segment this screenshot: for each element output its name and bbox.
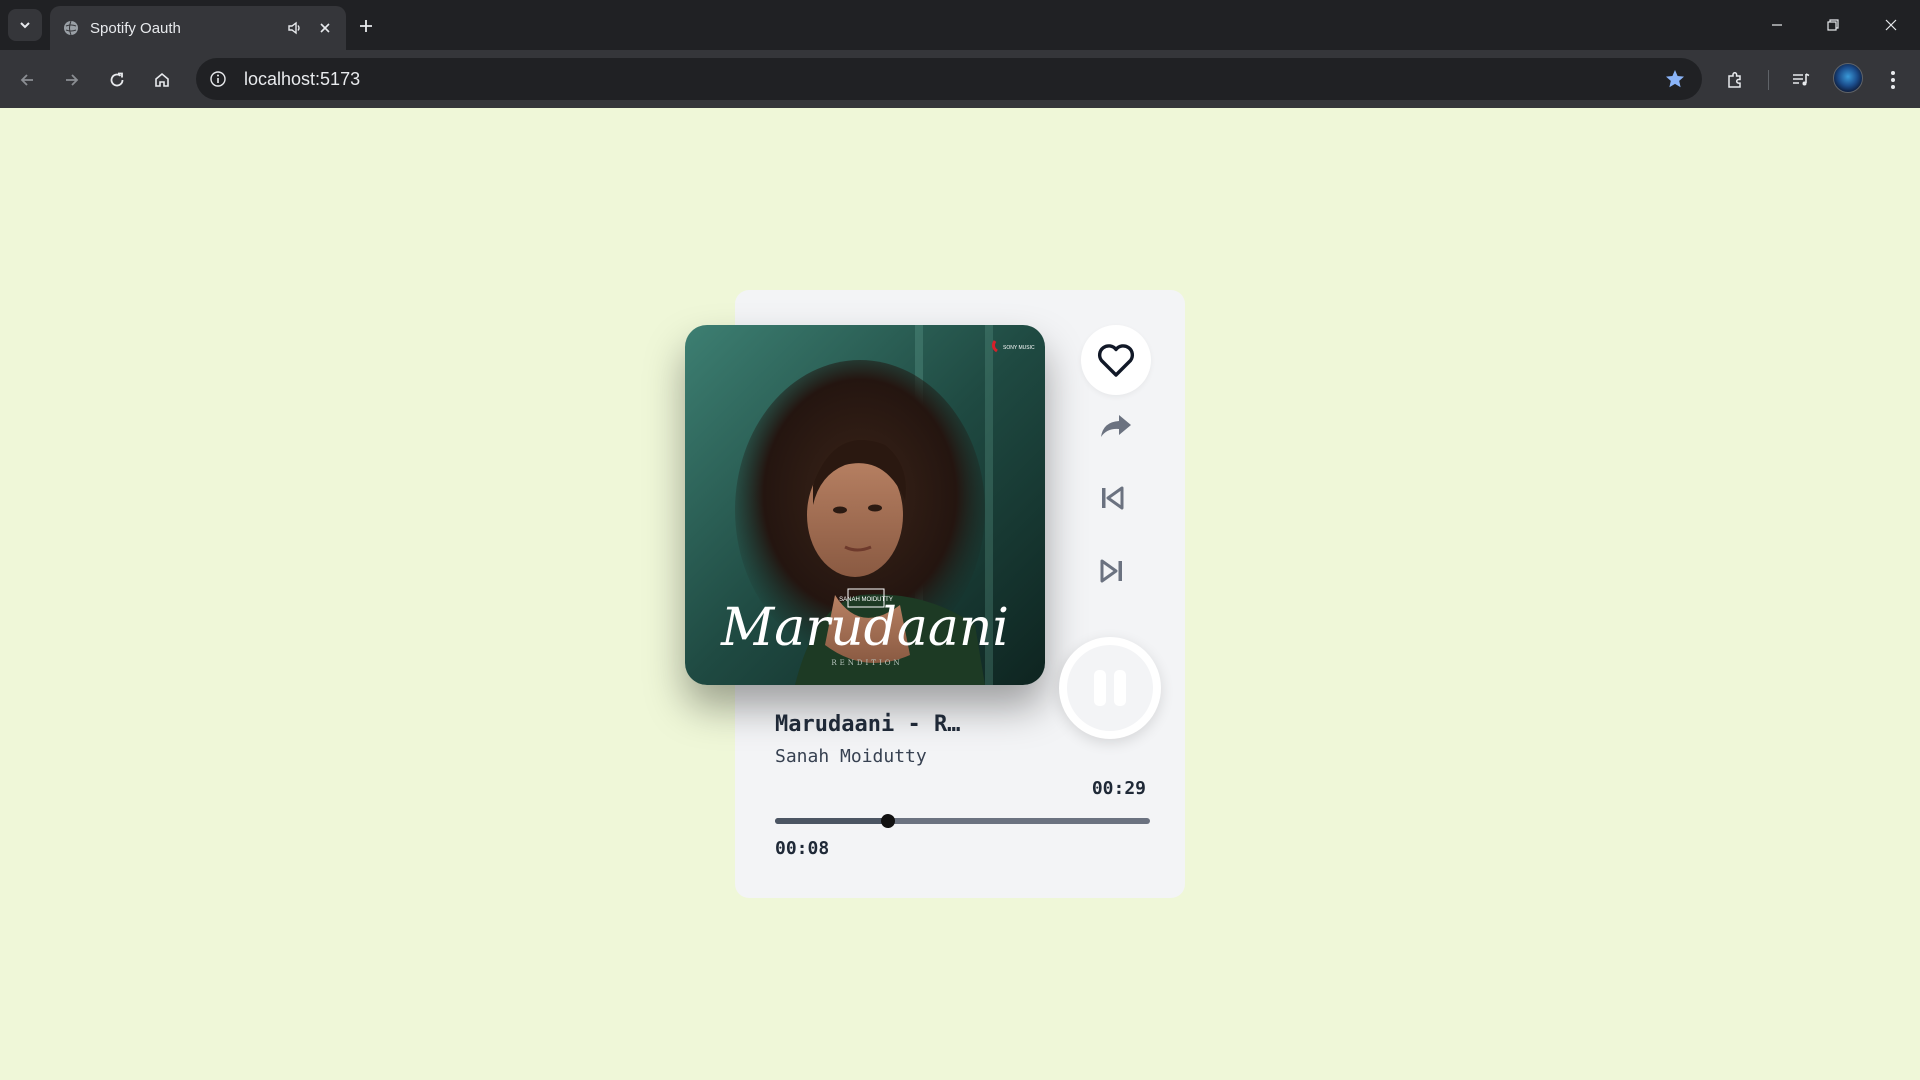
globe-icon — [62, 19, 80, 37]
home-icon — [155, 72, 169, 87]
new-tab-button[interactable] — [352, 12, 380, 40]
close-icon — [1885, 19, 1897, 31]
play-pause-button[interactable] — [1059, 637, 1161, 739]
puzzle-icon — [1728, 71, 1741, 88]
skip-next-icon — [1100, 559, 1122, 583]
close-window-button[interactable] — [1862, 0, 1920, 50]
restore-button[interactable] — [1804, 0, 1862, 50]
current-time: 00:08 — [775, 838, 830, 859]
share-button[interactable] — [1097, 410, 1135, 442]
total-duration: 00:29 — [1091, 778, 1146, 799]
reload-icon — [110, 72, 124, 87]
toolbar-divider — [1768, 70, 1769, 90]
extensions-button[interactable] — [1718, 63, 1752, 97]
cover-title: Marudaani — [720, 598, 1009, 658]
arrow-left-icon — [20, 74, 33, 86]
star-icon[interactable] — [1658, 62, 1692, 96]
pause-icon — [1094, 670, 1126, 706]
cover-subtitle: RENDITION — [831, 659, 902, 667]
info-icon[interactable] — [204, 65, 232, 93]
close-icon[interactable] — [314, 17, 336, 39]
kebab-menu-icon — [1891, 71, 1895, 89]
tab-strip: Spotify Oauth — [0, 0, 1920, 50]
back-button[interactable] — [10, 63, 44, 97]
share-icon — [1101, 415, 1131, 437]
browser-toolbar: localhost:5173 — [0, 50, 1920, 108]
minimize-icon — [1772, 24, 1782, 26]
tab-title: Spotify Oauth — [90, 19, 181, 37]
plus-icon — [360, 20, 372, 32]
skip-previous-icon — [1102, 486, 1124, 510]
browser-menu-button[interactable] — [1876, 63, 1910, 97]
address-bar[interactable]: localhost:5173 — [196, 58, 1702, 100]
progress-slider[interactable] — [775, 814, 1150, 828]
profile-avatar[interactable] — [1833, 63, 1863, 93]
next-track-button[interactable] — [1096, 555, 1128, 587]
media-queue-icon — [1793, 73, 1810, 86]
progress-thumb[interactable] — [880, 814, 895, 828]
chevron-down-icon — [20, 22, 30, 29]
like-button[interactable] — [1081, 325, 1151, 395]
minimize-button[interactable] — [1748, 0, 1806, 50]
restore-icon — [1827, 19, 1839, 31]
progress-fill — [775, 818, 888, 824]
home-button[interactable] — [145, 63, 179, 97]
arrow-right-icon — [66, 74, 79, 86]
media-controls-button[interactable] — [1784, 63, 1818, 97]
speaker-icon[interactable] — [284, 17, 306, 39]
artist-name: Sanah Moidutty — [775, 746, 927, 767]
forward-button[interactable] — [55, 63, 89, 97]
browser-tab[interactable]: Spotify Oauth — [50, 6, 346, 50]
previous-track-button[interactable] — [1096, 482, 1128, 514]
reload-button[interactable] — [100, 63, 134, 97]
song-title: Marudaani - R… — [775, 712, 961, 737]
heart-icon — [1098, 344, 1134, 377]
url-text[interactable]: localhost:5173 — [244, 69, 1658, 90]
tab-search-button[interactable] — [8, 9, 42, 41]
svg-text:SONY MUSIC: SONY MUSIC — [1003, 345, 1035, 351]
album-cover: SONY MUSIC SANAH MOIDUTTY Marudaani REND… — [685, 325, 1045, 685]
